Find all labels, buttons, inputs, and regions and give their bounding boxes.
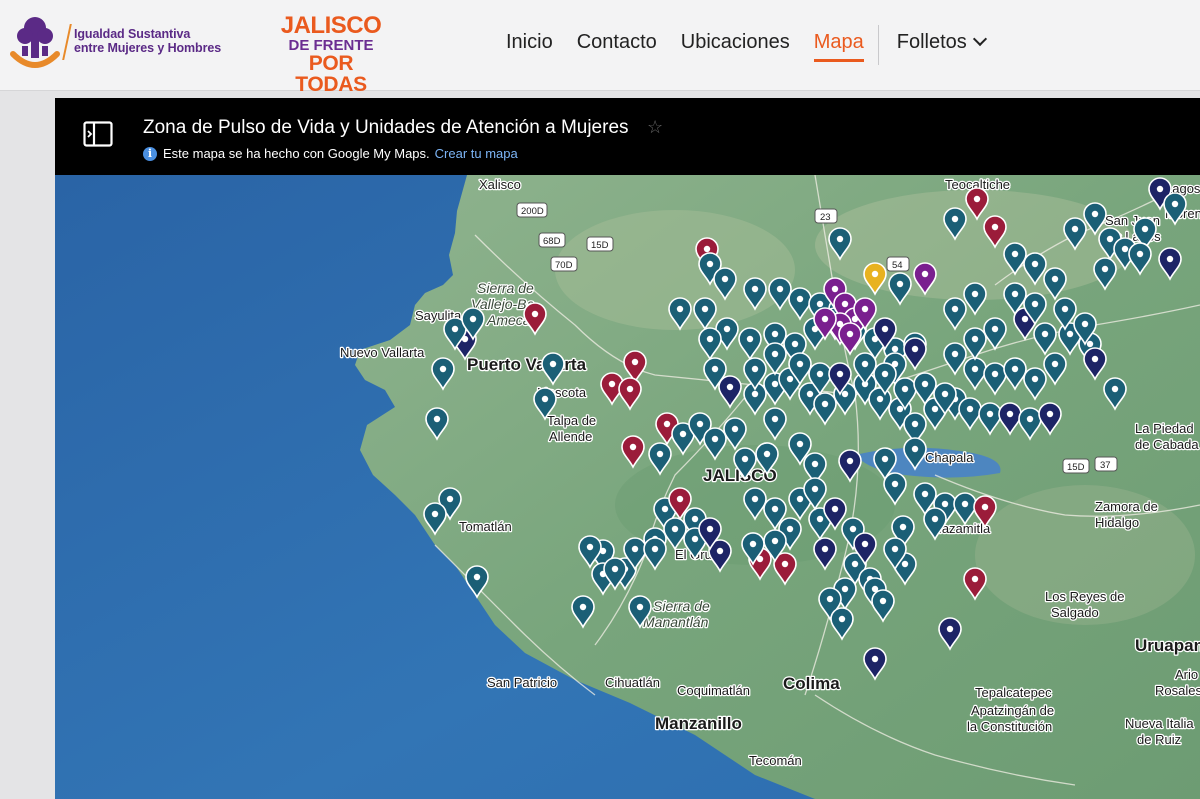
place-label: Rosales (1155, 683, 1200, 698)
place-label: Tecomán (749, 753, 802, 768)
highway-shield: 54 (886, 256, 910, 272)
nav-mapa[interactable]: Mapa (813, 31, 864, 62)
place-label: La Piedad (1135, 421, 1194, 436)
highway-shield: 200D (516, 202, 548, 218)
campaign-logo[interactable]: JALISCO DE FRENTE POR TODAS (278, 12, 384, 96)
highway-shield: 23 (814, 208, 838, 224)
place-label: Zamora de (1095, 499, 1158, 514)
place-label: Apatzingán de (971, 703, 1054, 718)
nav-separator (877, 25, 879, 65)
place-label: Puerto Vallarta (467, 355, 587, 374)
highway-shield: 37 (1094, 456, 1118, 472)
place-label: Uruapan (1135, 636, 1200, 655)
place-label: Chapala (925, 450, 974, 465)
place-label: Xalisco (479, 177, 521, 192)
svg-text:15D: 15D (1067, 462, 1085, 473)
site-header: Igualdad Sustantiva entre Mujeres y Homb… (0, 0, 1200, 95)
place-label: de Cabada (1135, 437, 1199, 452)
institution-name-line1: Igualdad Sustantiva (74, 27, 191, 41)
map-header: Zona de Pulso de Vida y Unidades de Aten… (55, 98, 1200, 175)
svg-text:54: 54 (892, 260, 903, 271)
nav-inicio[interactable]: Inicio (506, 31, 553, 60)
place-label: Nuevo Vallarta (340, 345, 425, 360)
highway-shield: 15D (1062, 458, 1090, 474)
place-label: San Patricio (487, 675, 557, 690)
campaign-line2: DE FRENTE (288, 37, 374, 54)
place-label: de Ruiz (1137, 732, 1181, 747)
place-label: Colima (783, 674, 840, 693)
place-label: la Constitución (967, 719, 1052, 734)
svg-text:70D: 70D (555, 260, 573, 271)
place-label: Tomatlán (459, 519, 512, 534)
nav-folletos[interactable]: Folletos (896, 30, 987, 60)
highway-shield: 70D (550, 256, 578, 272)
map-info-text: Este mapa se ha hecho con Google My Maps… (163, 146, 430, 161)
nav-contacto[interactable]: Contacto (577, 31, 657, 60)
toggle-sidebar-icon[interactable] (83, 121, 113, 147)
info-icon: i (143, 146, 157, 161)
campaign-line1: JALISCO (280, 12, 382, 39)
campaign-line3: POR TODAS (295, 52, 367, 96)
place-label: Sierra de (653, 598, 710, 614)
map-title: Zona de Pulso de Vida y Unidades de Aten… (143, 117, 629, 138)
place-label: Salgado (1051, 605, 1099, 620)
star-icon[interactable]: ☆ (647, 117, 663, 138)
highway-shield: 15D (586, 236, 614, 252)
main-nav: Inicio Contacto Ubicaciones Mapa Folleto… (494, 25, 997, 65)
place-label: Allende (549, 429, 592, 444)
place-label: Sierra de (477, 280, 534, 296)
nav-folletos-label: Folletos (896, 30, 967, 53)
place-label: Hidalgo (1095, 515, 1139, 530)
institution-name-line2: entre Mujeres y Hombres (74, 41, 222, 55)
svg-text:23: 23 (820, 212, 831, 223)
place-label: Los Reyes de (1045, 589, 1125, 604)
nav-ubicaciones[interactable]: Ubicaciones (681, 31, 790, 60)
institution-name[interactable]: Igualdad Sustantiva entre Mujeres y Homb… (74, 27, 221, 55)
place-label: Talpa de (547, 413, 596, 428)
create-map-link[interactable]: Crear tu mapa (435, 146, 518, 161)
place-label: Ario (1175, 667, 1198, 682)
svg-text:15D: 15D (591, 240, 609, 251)
place-label: Manantlán (643, 614, 709, 630)
embedded-map: Zona de Pulso de Vida y Unidades de Aten… (55, 98, 1200, 799)
place-label: Coquimatlán (677, 683, 750, 698)
map-info: i Este mapa se ha hecho con Google My Ma… (143, 146, 518, 161)
institution-logo-icon[interactable] (8, 14, 62, 74)
place-label: Cihuatlán (605, 675, 660, 690)
svg-text:37: 37 (1100, 460, 1111, 471)
place-label: Nueva Italia (1125, 716, 1194, 731)
terrain-tint (975, 485, 1195, 625)
place-label: Manzanillo (655, 714, 742, 733)
highway-shield: 68D (538, 232, 566, 248)
chevron-down-icon (972, 31, 987, 46)
svg-text:200D: 200D (521, 206, 544, 217)
place-label: Tepalcatepec (975, 685, 1052, 700)
logo-divider (62, 24, 72, 60)
svg-text:68D: 68D (543, 236, 561, 247)
map-canvas[interactable]: 200D 15D 68D 70D 23 54 15D 37 Xalisco Te… (55, 175, 1200, 799)
